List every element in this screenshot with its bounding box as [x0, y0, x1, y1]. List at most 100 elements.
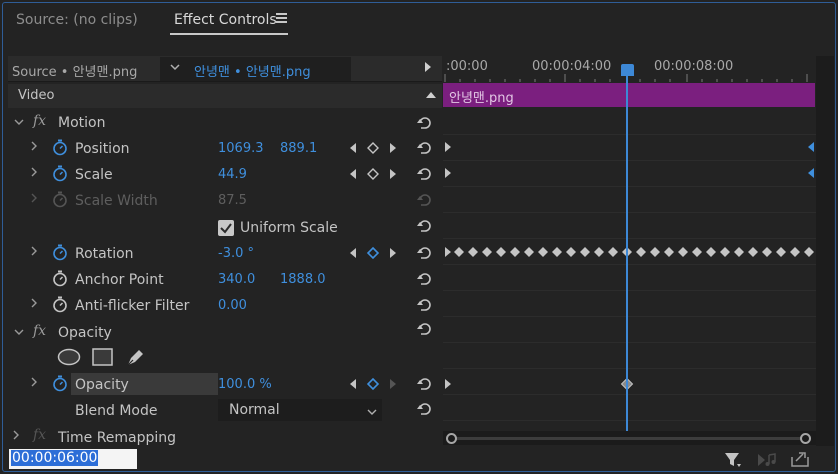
- keyframe-navigator[interactable]: [348, 167, 398, 181]
- opacity-keyframe-track[interactable]: [443, 377, 816, 391]
- timecode-field[interactable]: 00:00:06:00: [9, 449, 137, 469]
- reset-icon[interactable]: [416, 218, 434, 234]
- keyframe-navigator[interactable]: [348, 377, 398, 391]
- scrollbar-track[interactable]: [452, 437, 807, 440]
- chevron-right-icon: [30, 193, 38, 206]
- chevron-down-icon: [367, 405, 377, 415]
- position-y-value[interactable]: 889.1: [280, 141, 317, 156]
- stopwatch-disabled-icon: [52, 191, 68, 208]
- reset-icon[interactable]: [416, 401, 434, 417]
- video-label: Video: [18, 88, 55, 103]
- row-divider: [443, 212, 816, 213]
- chevron-down-icon[interactable]: [170, 63, 180, 74]
- reset-icon[interactable]: [416, 321, 434, 337]
- reset-icon[interactable]: [416, 166, 434, 182]
- sequence-label[interactable]: 안녕맨 • 안녕맨.png: [194, 61, 311, 80]
- scale-label: Scale: [75, 167, 113, 183]
- rotation-label: Rotation: [75, 246, 134, 262]
- rotation-keyframe-track[interactable]: [443, 245, 816, 259]
- fx-icon[interactable]: fx: [33, 427, 46, 443]
- ellipse-mask-icon[interactable]: [57, 348, 81, 370]
- export-icon[interactable]: [790, 450, 812, 468]
- anchor-point-y-value[interactable]: 1888.0: [280, 272, 326, 287]
- scroll-handle-left[interactable]: [446, 433, 457, 444]
- fx-icon[interactable]: fx: [33, 113, 46, 129]
- anchor-point-x-value[interactable]: 340.0: [218, 272, 255, 287]
- clip-name: 안녕맨.png: [449, 91, 514, 106]
- panel-menu-icon[interactable]: [276, 13, 288, 25]
- stopwatch-icon[interactable]: [52, 296, 68, 313]
- play-only-arrow-icon[interactable]: [425, 62, 431, 72]
- row-divider: [443, 134, 816, 135]
- row-divider: [443, 420, 816, 421]
- ruler-timecode: 00:00:04:00: [532, 59, 612, 74]
- row-divider: [443, 186, 816, 187]
- filter-icon[interactable]: [724, 451, 742, 469]
- opacity-section-label: Opacity: [58, 325, 112, 341]
- anti-flicker-value[interactable]: 0.00: [218, 298, 247, 313]
- scale-value[interactable]: 44.9: [218, 167, 247, 182]
- row-divider: [443, 290, 816, 291]
- scale-width-value: 87.5: [218, 193, 247, 208]
- scroll-handle-right[interactable]: [800, 433, 811, 444]
- stopwatch-active-icon[interactable]: [52, 139, 68, 156]
- row-divider: [443, 160, 816, 161]
- chevron-right-icon[interactable]: [30, 246, 38, 259]
- stopwatch-active-icon[interactable]: [52, 244, 68, 261]
- uniform-scale-checkbox[interactable]: [218, 220, 234, 236]
- row-divider: [443, 394, 816, 395]
- video-section-header: Video: [8, 84, 442, 108]
- active-tab-indicator: [170, 33, 288, 35]
- reset-icon[interactable]: [416, 376, 434, 392]
- stopwatch-active-icon[interactable]: [52, 375, 68, 392]
- opacity-label: Opacity: [75, 377, 129, 393]
- audio-play-icon: [758, 453, 776, 466]
- reset-icon[interactable]: [416, 271, 434, 287]
- tab-source[interactable]: Source: (no clips): [16, 12, 138, 28]
- chevron-right-icon[interactable]: [30, 377, 38, 390]
- time-remapping-label: Time Remapping: [58, 430, 177, 446]
- position-keyframe-track[interactable]: [443, 140, 816, 154]
- chevron-right-icon[interactable]: [12, 430, 20, 443]
- vertical-scrollbar[interactable]: [816, 56, 834, 446]
- anchor-point-label: Anchor Point: [75, 272, 164, 288]
- horizontal-scrollbar[interactable]: [443, 431, 816, 445]
- scroll-up-icon[interactable]: [426, 92, 436, 98]
- stopwatch-icon[interactable]: [52, 270, 68, 287]
- chevron-expand-icon[interactable]: [14, 116, 24, 129]
- blend-mode-select[interactable]: Normal: [218, 399, 382, 421]
- motion-label: Motion: [58, 115, 106, 131]
- chevron-expand-icon[interactable]: [14, 326, 24, 339]
- blend-mode-label: Blend Mode: [75, 403, 158, 419]
- blend-mode-value: Normal: [229, 402, 280, 418]
- row-divider: [443, 316, 816, 317]
- playhead-line[interactable]: [626, 74, 628, 431]
- opacity-value[interactable]: 100.0 %: [218, 377, 272, 392]
- row-divider: [443, 264, 816, 265]
- reset-icon[interactable]: [416, 297, 434, 313]
- pen-mask-icon[interactable]: [125, 346, 147, 372]
- rectangle-mask-icon[interactable]: [92, 348, 114, 370]
- reset-icon[interactable]: [416, 245, 434, 261]
- chevron-right-icon[interactable]: [30, 298, 38, 311]
- position-x-value[interactable]: 1069.3: [218, 141, 264, 156]
- position-label: Position: [75, 141, 130, 157]
- scale-keyframe-track[interactable]: [443, 166, 816, 180]
- source-clip-label: Source • 안녕맨.png: [12, 65, 138, 80]
- keyframe-navigator[interactable]: [348, 246, 398, 260]
- clip-bar[interactable]: 안녕맨.png: [443, 83, 815, 107]
- chevron-right-icon[interactable]: [30, 141, 38, 154]
- rotation-value[interactable]: -3.0 °: [218, 246, 254, 261]
- stopwatch-active-icon[interactable]: [52, 165, 68, 182]
- scale-width-label: Scale Width: [75, 193, 158, 209]
- fx-icon[interactable]: fx: [33, 323, 46, 339]
- reset-icon[interactable]: [416, 115, 434, 131]
- row-divider: [443, 342, 816, 343]
- ruler-timecode: 00:00:08:00: [654, 59, 734, 74]
- chevron-right-icon[interactable]: [30, 167, 38, 180]
- keyframe-navigator[interactable]: [348, 141, 398, 155]
- timecode-value[interactable]: 00:00:06:00: [11, 450, 99, 466]
- tab-effect-controls[interactable]: Effect Controls: [174, 12, 277, 28]
- reset-icon[interactable]: [416, 140, 434, 156]
- row-divider: [443, 238, 816, 239]
